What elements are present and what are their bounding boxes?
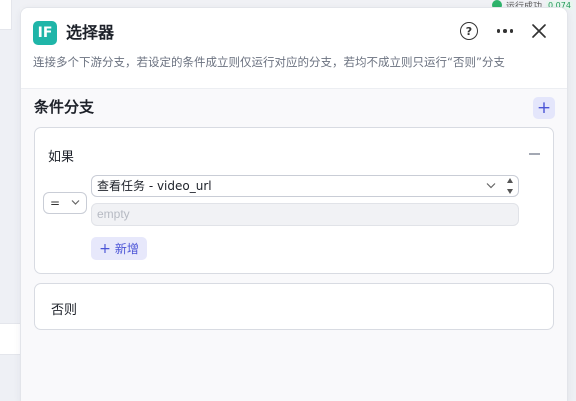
condition-value-input[interactable]: empty <box>91 203 519 226</box>
close-icon[interactable] <box>531 23 547 39</box>
collapse-branch-icon[interactable] <box>529 153 540 155</box>
variable-select[interactable]: 查看任务 - video_url <box>91 175 519 197</box>
chevron-down-icon <box>71 200 80 205</box>
plus-icon: + <box>99 240 111 257</box>
more-options-icon[interactable] <box>493 21 517 41</box>
panel-title[interactable]: 选择器 <box>66 21 114 45</box>
selector-panel: IF 选择器 ? 连接多个下游分支，若设定的条件成立则仅运行对应的分支，若均不成… <box>20 7 568 401</box>
if-branch-card: 如果 = 查看任务 - video_url empty + 新增 <box>34 127 554 274</box>
add-branch-button[interactable]: + <box>533 97 555 119</box>
if-branch-label: 如果 <box>48 150 75 165</box>
section-title: 条件分支 <box>34 98 95 116</box>
variable-value: 查看任务 - video_url <box>97 179 212 193</box>
operator-select[interactable]: = <box>43 192 87 214</box>
chevron-down-icon <box>486 183 496 189</box>
add-condition-button[interactable]: + 新增 <box>91 237 147 260</box>
canvas-node-fragment <box>0 0 12 30</box>
canvas-left-strip <box>0 0 22 401</box>
else-branch-label: 否则 <box>51 303 78 318</box>
variable-stepper[interactable] <box>505 178 515 194</box>
add-condition-label: 新增 <box>114 242 139 256</box>
panel-header: IF 选择器 ? 连接多个下游分支，若设定的条件成立则仅运行对应的分支，若均不成… <box>21 8 567 89</box>
if-node-icon: IF <box>33 21 57 45</box>
stepper-up-icon[interactable] <box>507 178 513 183</box>
stepper-down-icon[interactable] <box>507 189 513 194</box>
panel-description: 连接多个下游分支，若设定的条件成立则仅运行对应的分支，若均不成立则只运行“否则”… <box>33 55 505 69</box>
help-icon[interactable]: ? <box>460 22 478 40</box>
canvas-node-fragment <box>0 323 22 355</box>
else-branch-card: 否则 <box>34 283 554 330</box>
operator-value: = <box>50 196 61 210</box>
